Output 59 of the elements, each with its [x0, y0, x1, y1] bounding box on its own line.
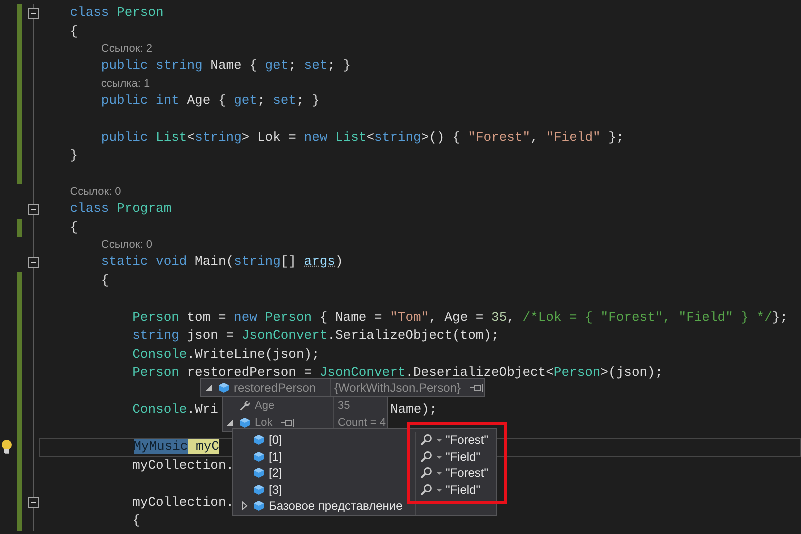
code-line: public string Name { get; set; }	[101, 57, 352, 75]
code-line: public List<string> Lok = new List<string>() { "Forest", "Field" };	[101, 128, 624, 146]
pin-icon[interactable]	[280, 418, 295, 428]
code-line: public int Age { get; set; }	[101, 92, 320, 110]
variable-value: "Field"	[446, 450, 481, 464]
search-icon[interactable]	[420, 450, 433, 463]
wrench-icon	[239, 400, 251, 412]
pin-icon[interactable]	[470, 382, 484, 392]
reference-count[interactable]: Ссылок: 2	[101, 41, 152, 57]
variable-value: "Field"	[446, 482, 481, 497]
variable-value: 35	[338, 400, 350, 412]
variable-name: [2]	[269, 466, 282, 480]
cube-icon	[253, 467, 265, 480]
variable-value: "Forest"	[446, 433, 489, 448]
collapse-icon[interactable]	[28, 497, 39, 508]
search-icon[interactable]	[420, 484, 433, 496]
code-line: Console.Wri	[132, 401, 218, 419]
code-line: string json = JsonConvert.SerializeObject(tom);	[132, 327, 500, 345]
collapse-icon[interactable]	[28, 8, 39, 19]
variable-name: Age	[255, 400, 275, 412]
search-icon[interactable]	[420, 434, 433, 446]
reference-count[interactable]: Ссылок: 0	[70, 184, 122, 200]
reference-count[interactable]: ссылка: 1	[101, 76, 150, 92]
cube-icon	[253, 450, 265, 463]
code-line: Name);	[390, 401, 438, 419]
highlighted-word: MyMusic	[134, 439, 188, 454]
variable-value: {WorkWithJson.Person}	[334, 380, 461, 394]
code-line: Person restoredPerson = JsonConvert.DeserializeObject<Person>(json);	[132, 364, 664, 382]
lightbulb-icon[interactable]	[1, 439, 13, 456]
cube-icon	[218, 382, 230, 394]
variable-value: Count = 4	[338, 416, 386, 428]
code-line: {	[132, 512, 140, 530]
code-line: {	[70, 22, 78, 40]
variable-name: [0]	[269, 433, 282, 448]
variable-name: [1]	[269, 450, 282, 464]
variable-name: Базовое представление	[269, 499, 403, 514]
code-line: Console.WriteLine(json);	[132, 346, 320, 364]
code-line: Person tom = new Person { Name = "Tom", Age = 35, /*Lok = { "Forest", "Field" } */};	[132, 308, 788, 326]
cube-icon	[253, 500, 265, 512]
code-line: class Person	[70, 4, 164, 22]
code-line: class Program	[70, 200, 172, 218]
variable-name: restoredPerson	[234, 380, 316, 394]
cube-icon	[253, 434, 265, 446]
code-line: myCollection.	[132, 456, 234, 474]
cube-icon	[239, 416, 251, 428]
code-line: }	[70, 147, 78, 165]
highlighted-word: myC	[188, 439, 220, 454]
search-icon[interactable]	[420, 467, 433, 480]
variable-value: "Forest"	[446, 466, 489, 480]
code-line: {	[101, 272, 110, 290]
code-line: {	[70, 218, 78, 236]
variable-name: Lok	[255, 416, 273, 428]
code-line: myCollection.	[132, 494, 234, 512]
collapse-icon[interactable]	[28, 204, 39, 215]
collapse-icon[interactable]	[28, 256, 39, 268]
variable-name: [3]	[269, 482, 282, 497]
reference-count[interactable]: Ссылок: 0	[101, 237, 152, 253]
cube-icon	[253, 484, 265, 496]
code-line: static void Main(string[] args)	[101, 253, 344, 271]
